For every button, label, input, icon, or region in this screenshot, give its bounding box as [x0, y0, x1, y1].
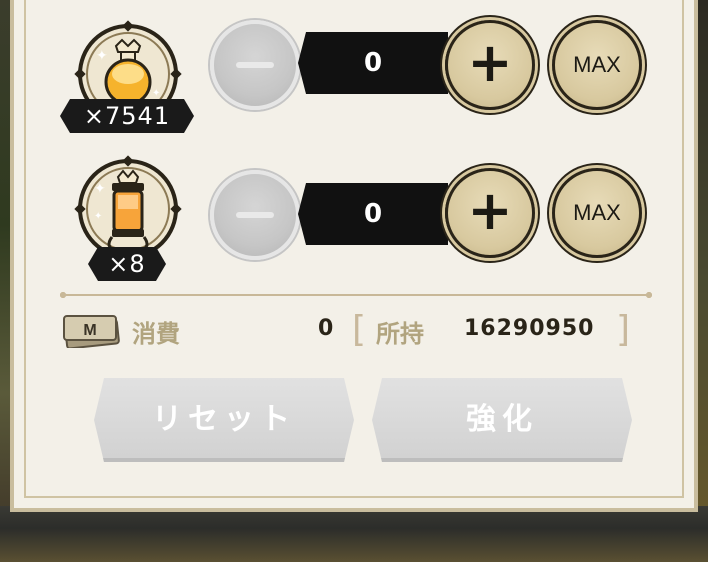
increase-button[interactable]: + [445, 168, 535, 258]
plus-icon: + [467, 31, 513, 94]
owned-value: 16290950 [464, 316, 595, 341]
enhance-button[interactable]: 強化 [372, 378, 632, 462]
quantity-display: 0 [298, 183, 448, 245]
bracket-open: [ [352, 309, 367, 350]
item-count-badge: ×8 [88, 247, 166, 281]
item-count-badge: ×7541 [60, 99, 194, 133]
owned-label: 所持 [376, 320, 424, 348]
max-button[interactable]: MAX [552, 168, 642, 258]
reset-button[interactable]: リセット [94, 378, 354, 462]
decrease-button[interactable] [210, 20, 300, 110]
quantity-display: 0 [298, 32, 448, 94]
max-button-label: MAX [573, 200, 621, 225]
svg-text:✦: ✦ [152, 88, 160, 99]
plus-icon: + [467, 179, 513, 242]
ticket-icon: M [63, 315, 120, 348]
minus-icon [236, 212, 274, 218]
svg-text:✦: ✦ [94, 181, 106, 197]
cost-summary: M 消費 0 [ 所持 16290950 ] [60, 312, 660, 352]
minus-icon [236, 62, 274, 68]
section-divider [60, 292, 652, 298]
background-bottom [0, 506, 708, 562]
item-row-lantern: ✦ ✦ ×8 0 + MAX [0, 145, 708, 275]
cost-label: 消費 [132, 320, 180, 348]
svg-text:✦: ✦ [94, 211, 102, 222]
bracket-close: ] [616, 309, 631, 350]
max-button[interactable]: MAX [552, 20, 642, 110]
decrease-button[interactable] [210, 170, 300, 260]
max-button-label: MAX [573, 52, 621, 77]
svg-text:✦: ✦ [96, 48, 108, 64]
currency-letter: M [83, 322, 96, 339]
cost-value: 0 [318, 316, 334, 341]
increase-button[interactable]: + [445, 20, 535, 110]
item-row-flask: ✦ ✦ ×7541 0 + MAX [0, 0, 708, 130]
